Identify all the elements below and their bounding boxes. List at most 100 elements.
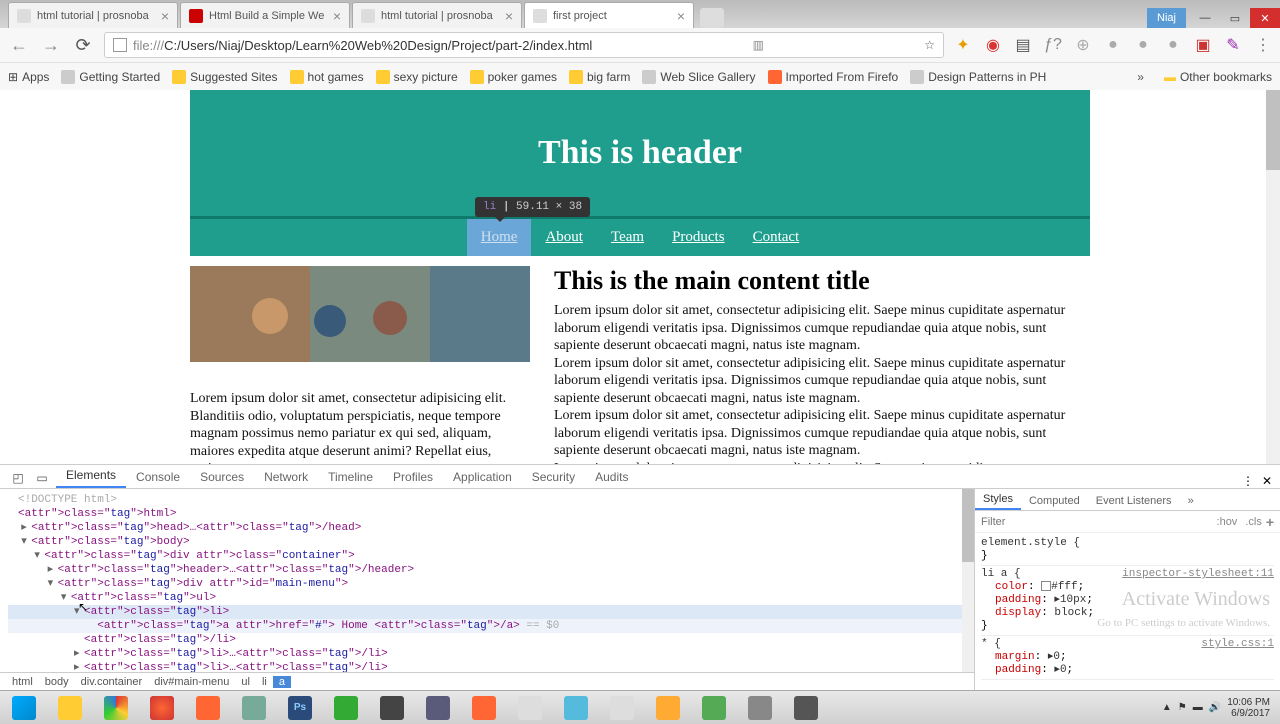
devtools-tab[interactable]: Sources xyxy=(190,466,254,488)
tray-volume-icon[interactable]: 🔊 xyxy=(1209,702,1221,713)
back-button[interactable]: ← xyxy=(8,35,30,56)
styles-filter-input[interactable] xyxy=(981,516,1213,528)
star-icon[interactable]: ☆ xyxy=(924,38,935,52)
styles-tab[interactable]: Styles xyxy=(975,490,1021,510)
close-window-button[interactable]: ✕ xyxy=(1250,8,1280,28)
start-button[interactable] xyxy=(4,694,44,722)
dom-tree[interactable]: <!DOCTYPE html> <attr">class="tag">html>… xyxy=(0,489,974,672)
close-icon[interactable]: × xyxy=(505,8,513,24)
viewport-scrollbar[interactable] xyxy=(1266,90,1280,464)
reload-button[interactable]: ⟳ xyxy=(72,35,94,56)
browser-tab-active[interactable]: first project× xyxy=(524,2,694,28)
tray-network-icon[interactable]: ▬ xyxy=(1193,702,1203,713)
photoshop-icon[interactable]: Ps xyxy=(280,694,320,722)
app-icon[interactable] xyxy=(464,694,504,722)
crumb[interactable]: div#main-menu xyxy=(148,676,235,688)
bookmark-item[interactable]: hot games xyxy=(290,70,364,84)
url-field[interactable]: file:///C:/Users/Niaj/Desktop/Learn%20We… xyxy=(104,32,944,58)
chrome-icon[interactable] xyxy=(96,694,136,722)
nav-about[interactable]: About xyxy=(531,219,597,256)
app-icon[interactable] xyxy=(602,694,642,722)
devtools-menu-icon[interactable]: ⋮ xyxy=(1242,474,1254,488)
device-toggle-button[interactable]: ▭ xyxy=(32,468,52,488)
browser-tab[interactable]: html tutorial | prosnoba× xyxy=(8,2,178,28)
browser-tab[interactable]: html tutorial | prosnoba× xyxy=(352,2,522,28)
devtools-tab[interactable]: Audits xyxy=(585,466,638,488)
ext-icon[interactable]: ƒ? xyxy=(1044,36,1062,54)
firefox-icon[interactable] xyxy=(142,694,182,722)
tray-chevron-icon[interactable]: ▲ xyxy=(1162,702,1172,713)
system-tray[interactable]: ▲ ⚑ ▬ 🔊 10:06 PM6/9/2017 xyxy=(1162,697,1276,719)
bookmark-item[interactable]: poker games xyxy=(470,70,557,84)
bookmark-item[interactable]: Imported From Firefo xyxy=(768,70,899,84)
app-icon[interactable] xyxy=(510,694,550,722)
crumb-selected[interactable]: a xyxy=(273,676,291,688)
app-icon[interactable] xyxy=(556,694,596,722)
other-bookmarks[interactable]: ▬Other bookmarks xyxy=(1164,70,1272,84)
crumb[interactable]: html xyxy=(6,676,39,688)
devtools-tab[interactable]: Console xyxy=(126,466,190,488)
nav-contact[interactable]: Contact xyxy=(739,219,814,256)
cls-toggle[interactable]: .cls xyxy=(1241,516,1266,528)
ext-icon[interactable]: ● xyxy=(1104,36,1122,54)
close-icon[interactable]: × xyxy=(333,8,341,24)
bookmark-item[interactable]: Web Slice Gallery xyxy=(642,70,755,84)
tray-clock[interactable]: 10:06 PM6/9/2017 xyxy=(1227,697,1276,719)
bookmarks-overflow[interactable]: » xyxy=(1137,70,1144,84)
close-icon[interactable]: × xyxy=(677,8,685,24)
menu-icon[interactable]: ⋮ xyxy=(1254,36,1272,54)
close-icon[interactable]: × xyxy=(161,8,169,24)
ext-icon[interactable]: ● xyxy=(1164,36,1182,54)
app-icon[interactable] xyxy=(188,694,228,722)
ext-icon[interactable]: ✎ xyxy=(1224,36,1242,54)
ext-icon[interactable]: ▤ xyxy=(1014,36,1032,54)
ext-icon[interactable]: ✦ xyxy=(954,36,972,54)
styles-rules[interactable]: Activate Windows Go to PC settings to ac… xyxy=(975,533,1280,690)
bookmark-item[interactable]: Getting Started xyxy=(61,70,160,84)
crumb[interactable]: ul xyxy=(235,676,256,688)
devtools-tab[interactable]: Timeline xyxy=(318,466,383,488)
file-explorer-icon[interactable] xyxy=(50,694,90,722)
maximize-button[interactable]: ▭ xyxy=(1220,8,1250,28)
app-icon[interactable] xyxy=(372,694,412,722)
devtools-tab[interactable]: Profiles xyxy=(383,466,443,488)
app-icon[interactable] xyxy=(740,694,780,722)
dom-scrollbar[interactable] xyxy=(962,489,974,672)
devtools-close-icon[interactable]: ✕ xyxy=(1262,474,1272,488)
devtools-tab[interactable]: Network xyxy=(254,466,318,488)
bookmark-item[interactable]: big farm xyxy=(569,70,630,84)
nav-home[interactable]: Home xyxy=(467,219,532,256)
forward-button[interactable]: → xyxy=(40,35,62,56)
crumb[interactable]: body xyxy=(39,676,75,688)
devtools-tab[interactable]: Security xyxy=(522,466,585,488)
devtools-tab[interactable]: Application xyxy=(443,466,522,488)
minimize-button[interactable]: — xyxy=(1190,8,1220,28)
inspect-element-button[interactable]: ◰ xyxy=(8,468,28,488)
nav-products[interactable]: Products xyxy=(658,219,739,256)
styles-tab[interactable]: Event Listeners xyxy=(1088,492,1180,510)
add-rule-button[interactable]: + xyxy=(1266,514,1274,530)
new-tab-button[interactable] xyxy=(700,8,724,28)
app-icon[interactable] xyxy=(786,694,826,722)
crumb[interactable]: li xyxy=(256,676,273,688)
app-icon[interactable] xyxy=(694,694,734,722)
styles-tab-more[interactable]: » xyxy=(1180,492,1202,510)
hov-toggle[interactable]: :hov xyxy=(1213,516,1242,528)
styles-tab[interactable]: Computed xyxy=(1021,492,1088,510)
bookmark-item[interactable]: Design Patterns in PH xyxy=(910,70,1046,84)
apps-button[interactable]: ⊞Apps xyxy=(8,70,49,84)
devtools-tab-elements[interactable]: Elements xyxy=(56,464,126,488)
crumb[interactable]: div.container xyxy=(75,676,149,688)
app-icon[interactable] xyxy=(418,694,458,722)
app-icon[interactable] xyxy=(234,694,274,722)
ext-icon[interactable]: ● xyxy=(1134,36,1152,54)
sublime-icon[interactable] xyxy=(648,694,688,722)
ext-icon[interactable]: ⊕ xyxy=(1074,36,1092,54)
nav-team[interactable]: Team xyxy=(597,219,658,256)
reader-icon[interactable]: ▥ xyxy=(753,38,764,52)
bookmark-item[interactable]: sexy picture xyxy=(376,70,458,84)
tray-flag-icon[interactable]: ⚑ xyxy=(1178,702,1187,713)
bookmark-item[interactable]: Suggested Sites xyxy=(172,70,277,84)
app-icon[interactable] xyxy=(326,694,366,722)
ext-icon[interactable]: ◉ xyxy=(984,36,1002,54)
